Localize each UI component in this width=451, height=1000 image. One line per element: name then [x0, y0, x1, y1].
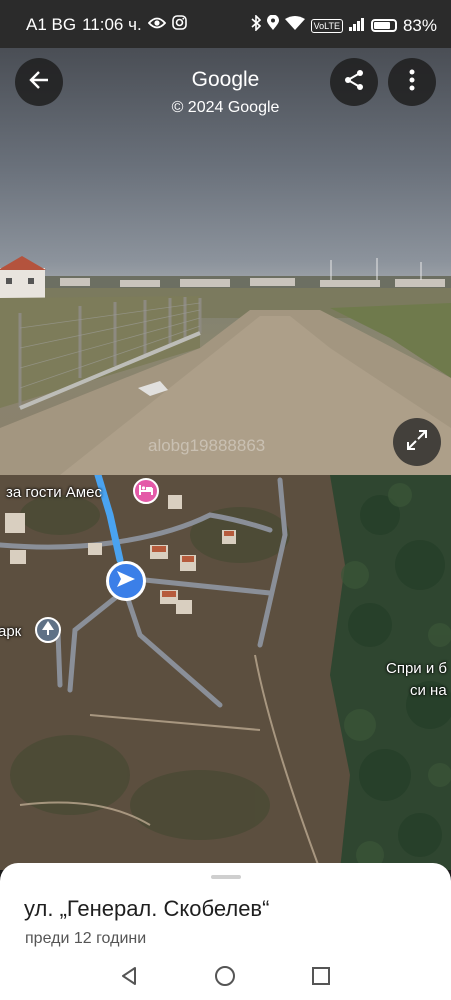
- satellite-map[interactable]: за гости Амес арк Спри и б си на: [0, 475, 451, 870]
- location-icon: [266, 14, 279, 36]
- street-view-title: Google: [191, 68, 260, 91]
- nav-recent-button[interactable]: [301, 960, 341, 996]
- expand-button[interactable]: [393, 418, 441, 466]
- street-view-header: Google © 2024 Google: [0, 48, 451, 118]
- capture-age: преди 12 години: [25, 930, 147, 947]
- direction-arrow-icon: [116, 570, 136, 593]
- clock: 11:06 ч.: [82, 15, 142, 34]
- copyright-text: © 2024 Google: [171, 99, 280, 116]
- battery-percent: 83%: [402, 15, 437, 35]
- nav-back-button[interactable]: [109, 960, 149, 996]
- bluetooth-icon: [251, 14, 261, 36]
- map-terrain: [0, 475, 451, 870]
- place-title: ул. „Генерал. Скобелев“: [24, 896, 270, 921]
- nav-home-icon: [214, 965, 236, 992]
- bed-icon: [139, 482, 153, 500]
- signal-icon: [348, 16, 365, 36]
- street-view-panorama[interactable]: Google © 2024 Google alobg19888863: [0, 48, 451, 475]
- volte-icon: VoLTE: [310, 18, 343, 33]
- map-label-spri[interactable]: Спри и б: [386, 660, 447, 677]
- expand-icon: [405, 428, 429, 457]
- wifi-icon: [284, 15, 305, 36]
- more-vertical-icon: [408, 69, 416, 96]
- status-right: VoLTE 83%: [251, 14, 437, 36]
- park-pin[interactable]: [35, 617, 61, 643]
- battery-fill: [373, 22, 391, 29]
- status-bar: A1 BG 11:06 ч. VoLTE 83%: [0, 0, 451, 48]
- map-label-si[interactable]: си на: [410, 682, 447, 699]
- instagram-icon: [171, 15, 187, 35]
- current-view-marker[interactable]: [106, 561, 146, 601]
- watermark-text: alobg19888863: [148, 436, 266, 455]
- nav-home-button[interactable]: [205, 960, 245, 996]
- map-label-park[interactable]: арк: [0, 623, 21, 640]
- nav-back-icon: [119, 966, 139, 991]
- more-options-button[interactable]: [388, 58, 436, 106]
- place-bottom-sheet[interactable]: ул. „Генерал. Скобелев“ преди 12 години: [0, 863, 451, 1000]
- drag-handle[interactable]: [211, 875, 241, 879]
- nav-recent-icon: [311, 966, 331, 991]
- tree-icon: [42, 620, 54, 640]
- eye-icon: [147, 15, 166, 35]
- status-left: A1 BG 11:06 ч.: [26, 15, 187, 35]
- share-button[interactable]: [330, 58, 378, 106]
- system-nav-bar: [0, 958, 451, 1000]
- carrier-name: A1 BG: [26, 15, 77, 34]
- hotel-pin[interactable]: [133, 478, 159, 504]
- battery-icon: [370, 19, 397, 32]
- share-icon: [342, 68, 366, 97]
- map-label-guesthouse[interactable]: за гости Амес: [6, 484, 102, 501]
